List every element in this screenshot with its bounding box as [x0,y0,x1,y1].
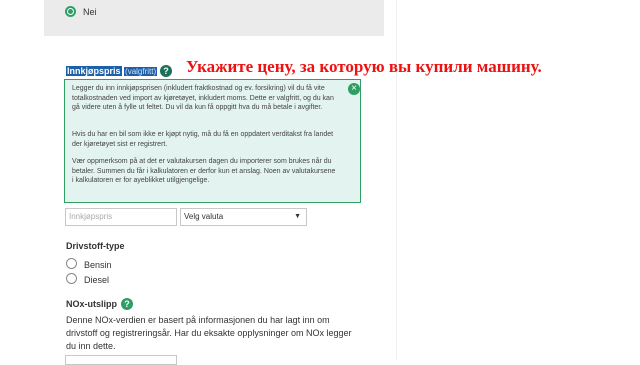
content-divider [396,0,397,360]
price-title-text: Innkjøpspris [66,66,122,76]
nox-description-line-2: drivstoff og registreringsår. Har du eks… [66,328,352,338]
price-optional-text: (valgfritt) [124,67,158,76]
price-help-icon[interactable]: ? [160,65,172,77]
radio-bensin[interactable] [66,258,77,269]
tooltip-paragraph-2: Hvis du har en bil som ikke er kjøpt nyt… [72,131,334,148]
price-title: Innkjøpspris (valgfritt) [66,66,158,76]
radio-bensin-label: Bensin [84,260,112,270]
nox-input[interactable] [65,355,177,365]
currency-select[interactable]: Velg valuta ▼ [180,208,307,226]
nox-description-line-1: Denne NOx-verdien er basert på informasj… [66,315,330,325]
radio-nei[interactable] [65,6,76,17]
radio-diesel-label: Diesel [84,275,110,285]
tooltip-paragraph-3: Vær oppmerksom på at det er valutakursen… [72,158,336,184]
currency-select-value: Velg valuta [184,212,224,221]
price-help-tooltip: Legger du inn innkjøpsprisen (inkludert … [64,79,361,203]
close-icon[interactable]: × [348,83,360,95]
previous-section-panel [44,0,384,36]
nox-title: NOx-utslipp [66,299,117,309]
nox-description-line-3: du inn dette. [66,341,116,351]
radio-diesel[interactable] [66,273,77,284]
fuel-title: Drivstoff-type [66,241,125,251]
video-annotation: Укажите цену, за которую вы купили машин… [186,57,542,76]
nox-help-icon[interactable]: ? [121,298,133,310]
price-input[interactable]: Innkjøpspris [65,208,177,226]
radio-nei-label: Nei [83,7,97,17]
tooltip-paragraph-1: Legger du inn innkjøpsprisen (inkludert … [72,85,334,111]
chevron-down-icon: ▼ [294,213,301,220]
